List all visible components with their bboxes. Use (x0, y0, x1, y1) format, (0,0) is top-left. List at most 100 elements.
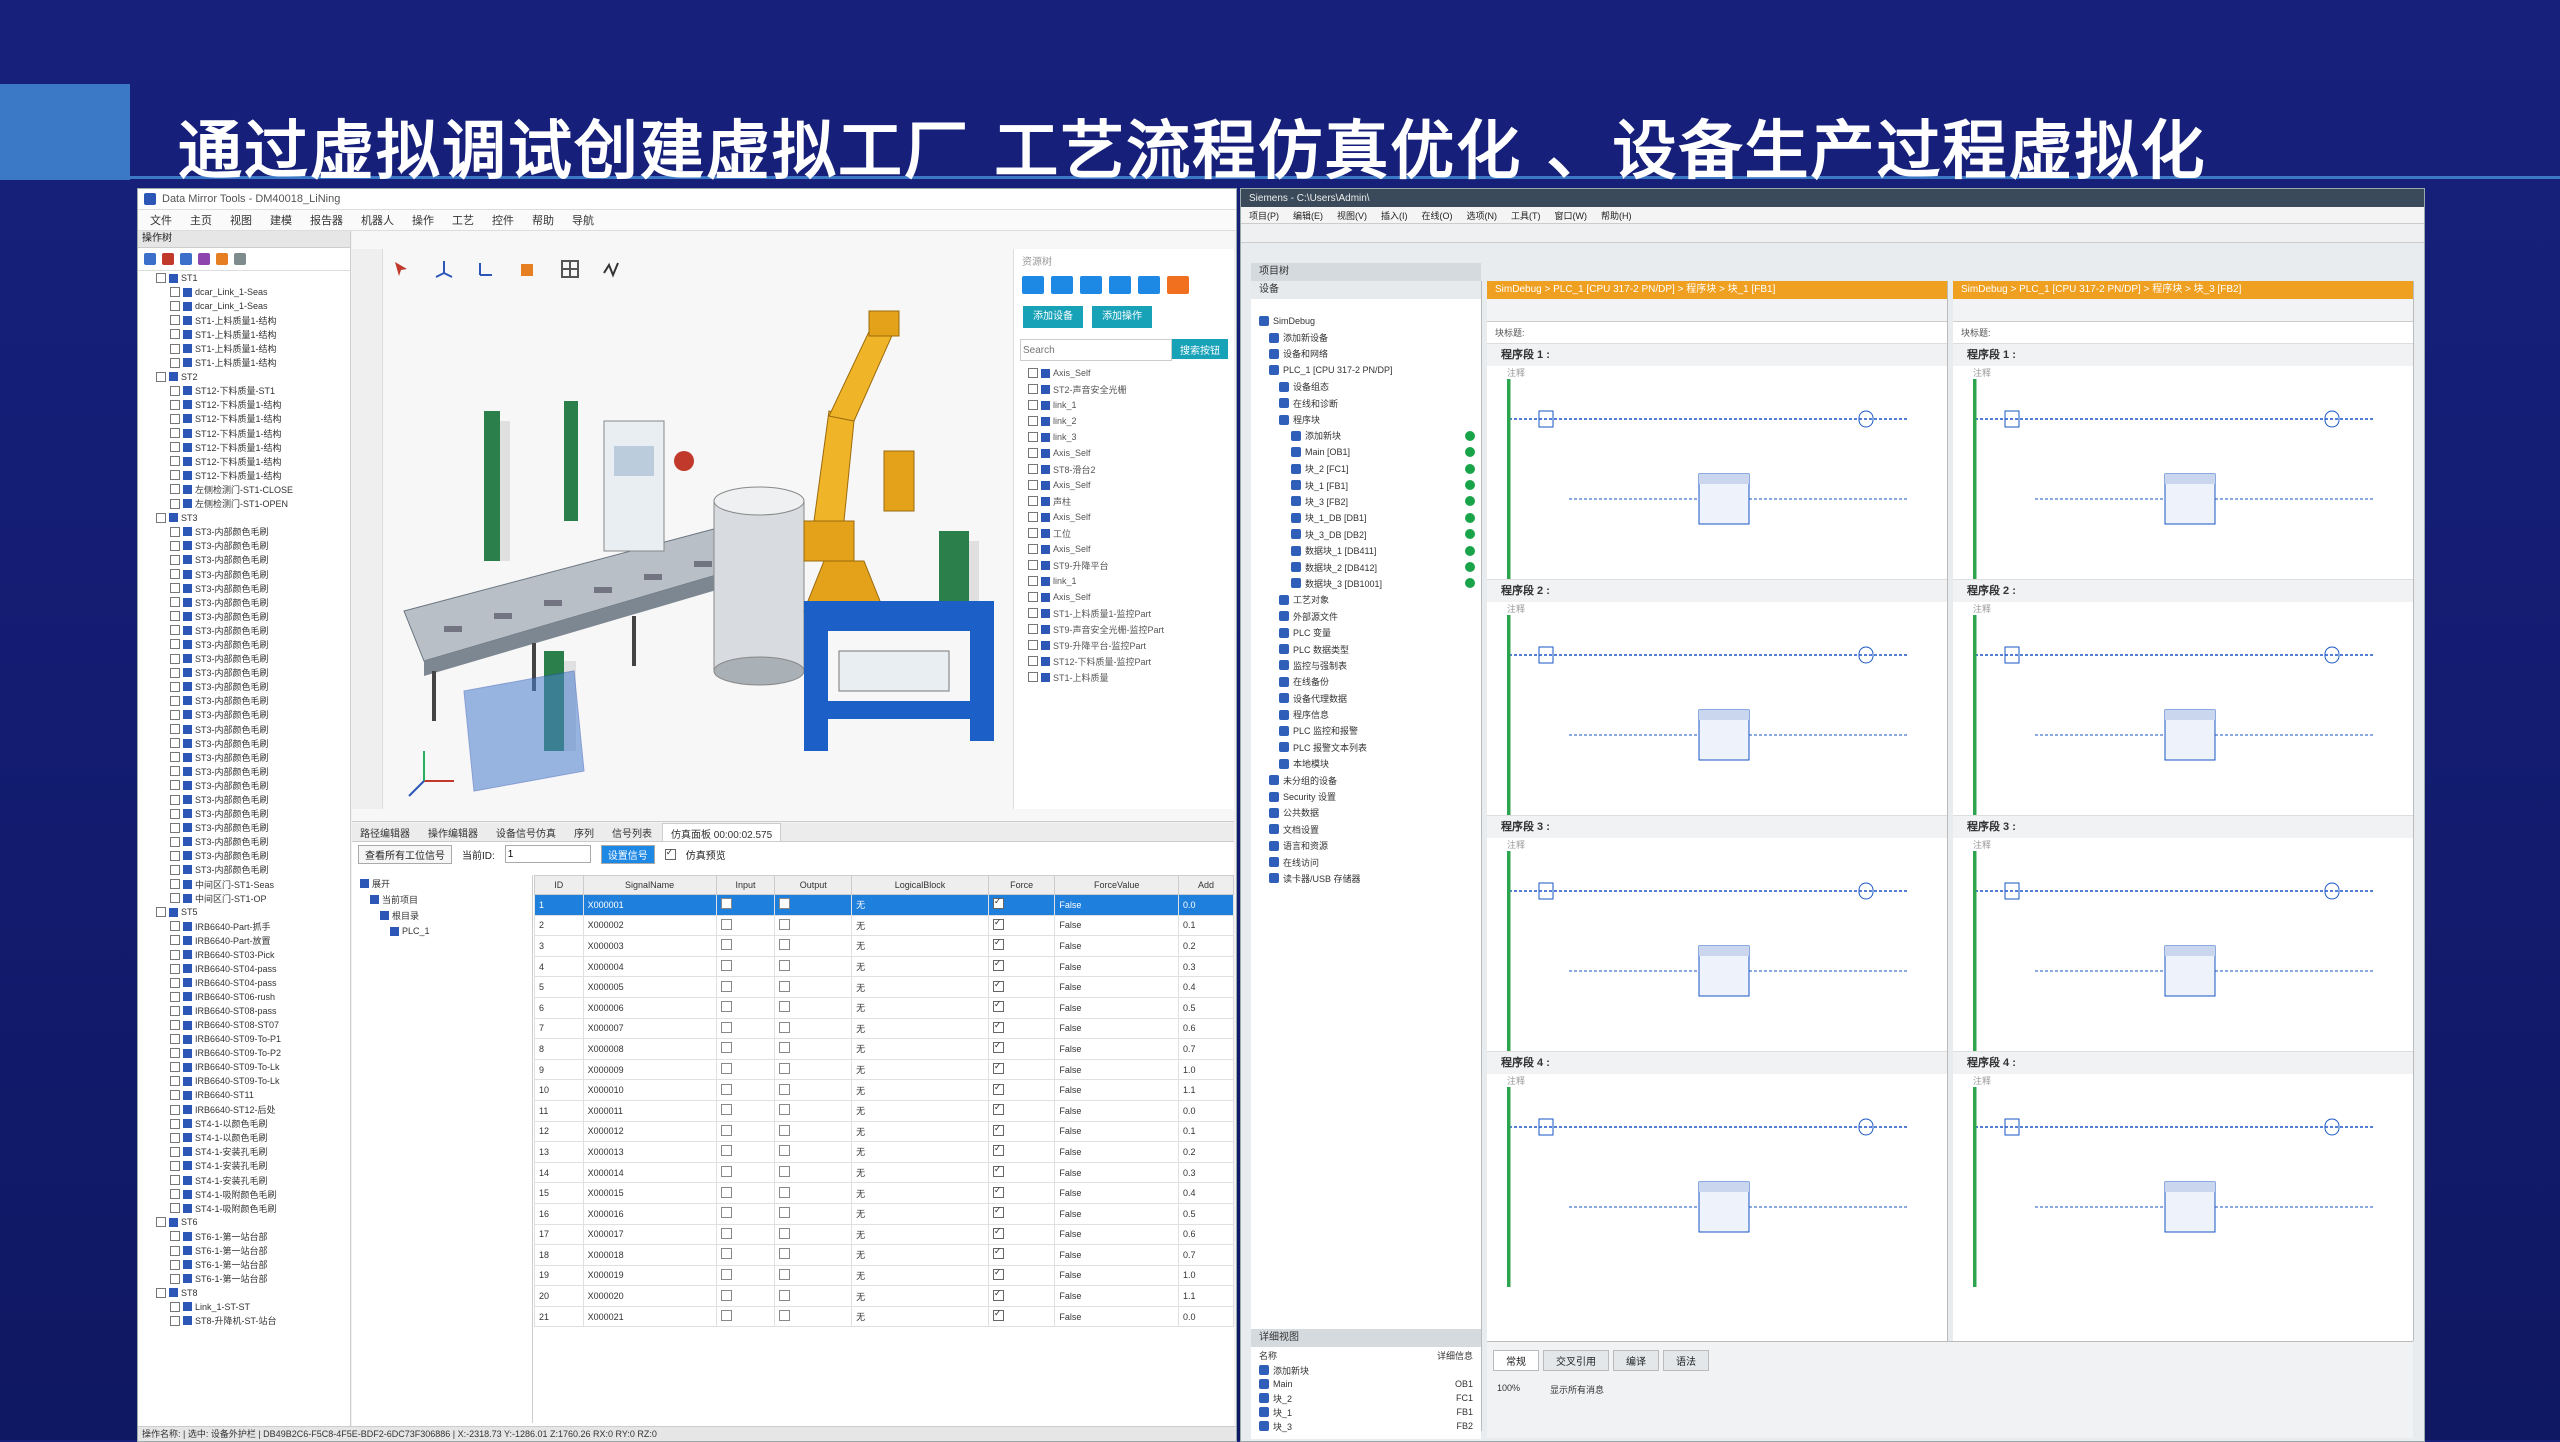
tree-checkbox[interactable] (170, 1076, 180, 1087)
segment-title[interactable]: 程序段 2 : (1487, 580, 1947, 602)
tree-checkbox[interactable] (170, 287, 180, 298)
menu-item[interactable]: 工艺 (452, 212, 474, 228)
force-checkbox[interactable] (992, 1288, 1004, 1301)
tree-checkbox[interactable] (170, 808, 180, 819)
project-tree-row[interactable]: Security 设置 (1251, 788, 1481, 804)
signal-checkbox[interactable] (779, 1145, 791, 1157)
signal-checkbox[interactable] (720, 918, 732, 930)
table-row[interactable]: 18 X000018 无 False 0.7 (534, 1244, 1234, 1266)
tree-checkbox[interactable] (170, 681, 180, 692)
tree-checkbox[interactable] (170, 836, 180, 847)
tree-row[interactable]: ST8 (138, 1286, 350, 1300)
signal-tab[interactable]: 设备信号仿真 (488, 823, 564, 841)
tree-row[interactable]: ST3-内部颜色毛刷 (138, 736, 350, 750)
column-header[interactable]: SignalName (582, 875, 717, 895)
column-header[interactable]: Output (774, 875, 853, 895)
signal-checkbox[interactable] (720, 1124, 732, 1136)
force-checkbox[interactable] (992, 937, 1004, 951)
tree-row[interactable]: ST12-下料质量1-结构 (138, 440, 350, 454)
tree-row[interactable]: IRB6640-ST08-ST07 (138, 1018, 350, 1032)
project-tree-row[interactable]: PLC_1 [CPU 317-2 PN/DP] (1251, 362, 1481, 378)
signal-checkbox[interactable] (720, 1063, 732, 1075)
tree-checkbox[interactable] (170, 1160, 180, 1171)
tree-checkbox[interactable] (170, 343, 180, 354)
tree-row[interactable]: IRB6640-Part-放置 (138, 933, 350, 947)
resource-tree-row[interactable]: 工位 (1014, 525, 1234, 541)
tree-checkbox[interactable] (170, 597, 180, 608)
resource-checkbox[interactable] (1028, 496, 1038, 506)
tree-row[interactable]: IRB6640-ST06-rush (138, 990, 350, 1004)
tree-row[interactable]: ST4-1-以颜色毛刷 (138, 1131, 350, 1145)
project-tree-row[interactable]: 语言和资源 (1251, 838, 1481, 854)
ladder-rung[interactable] (1507, 379, 1947, 579)
resource-checkbox[interactable] (1028, 544, 1038, 554)
resource-tree-row[interactable]: Axis_Self (1014, 365, 1234, 381)
menu-item[interactable]: 选项(N) (1467, 209, 1498, 222)
tree-checkbox[interactable] (170, 921, 180, 932)
tree-row[interactable]: ST6-1-第一站台部 (138, 1229, 350, 1243)
tree-checkbox[interactable] (170, 526, 180, 537)
tree-checkbox[interactable] (170, 780, 180, 791)
signal-checkbox[interactable] (779, 1227, 791, 1239)
zoom-level[interactable]: 100% (1497, 1383, 1520, 1396)
signal-checkbox[interactable] (720, 1310, 732, 1322)
table-row[interactable]: 13 X000013 无 False 0.2 (534, 1141, 1234, 1163)
signal-checkbox[interactable] (779, 898, 791, 910)
project-tree-row[interactable]: 块_3_DB [DB2] (1251, 526, 1481, 542)
tree-checkbox[interactable] (170, 1203, 180, 1214)
tree-checkbox[interactable] (170, 1104, 180, 1115)
menu-item[interactable]: 视图(V) (1337, 209, 1367, 222)
resource-search-button[interactable]: 搜索按钮 (1172, 339, 1228, 359)
project-tree-row[interactable]: 数据块_2 [DB412] (1251, 559, 1481, 575)
resource-checkbox[interactable] (1028, 368, 1038, 378)
signal-checkbox[interactable] (779, 1124, 791, 1136)
tree-row[interactable]: IRB6640-ST04-pass (138, 976, 350, 990)
tree-row[interactable]: ST3-内部颜色毛刷 (138, 694, 350, 708)
tree-checkbox[interactable] (170, 611, 180, 622)
resource-btn-2[interactable] (1051, 276, 1074, 294)
tree-row[interactable]: IRB6640-ST09-To-P2 (138, 1046, 350, 1060)
project-tree-row[interactable]: 添加新块 (1251, 428, 1481, 444)
project-tree-row[interactable]: 数据块_1 [DB411] (1251, 542, 1481, 558)
ladder-rung[interactable] (1973, 851, 2413, 1051)
tree-checkbox[interactable] (170, 625, 180, 636)
resource-checkbox[interactable] (1028, 640, 1038, 650)
table-row[interactable]: 3 X000003 无 False 0.2 (534, 935, 1234, 957)
force-checkbox[interactable] (992, 1205, 1004, 1219)
force-checkbox[interactable] (992, 1143, 1004, 1157)
tree-row[interactable]: ST3-内部颜色毛刷 (138, 637, 350, 651)
force-checkbox[interactable] (992, 958, 1004, 972)
signal-checkbox[interactable] (779, 1166, 791, 1178)
project-tree-row[interactable]: PLC 监控和报警 (1251, 723, 1481, 739)
tree-row[interactable]: ST3-内部颜色毛刷 (138, 792, 350, 806)
ladder-rung[interactable] (1507, 615, 1947, 815)
tree-checkbox[interactable] (170, 315, 180, 326)
tree-row[interactable]: ST12-下料质量1-结构 (138, 454, 350, 468)
menu-item[interactable]: 在线(O) (1422, 209, 1453, 222)
current-id-input[interactable] (504, 845, 591, 863)
tree-checkbox[interactable] (156, 907, 166, 918)
tree-checkbox[interactable] (170, 1020, 180, 1031)
tree-row[interactable]: ST4-1-安装孔毛刷 (138, 1145, 350, 1159)
details-row[interactable]: 块_3 FB2 (1251, 1419, 1481, 1433)
tree-row[interactable]: ST3-内部颜色毛刷 (138, 708, 350, 722)
menu-item[interactable]: 导航 (572, 212, 594, 228)
resource-btn-1[interactable] (1022, 276, 1044, 294)
tree-row[interactable]: 左侧检测门-ST1-OPEN (138, 497, 350, 511)
resource-checkbox[interactable] (1028, 512, 1038, 522)
tree-checkbox[interactable] (170, 1062, 180, 1073)
project-tree-row[interactable]: 文档设置 (1251, 821, 1481, 837)
resource-tree-row[interactable]: link_1 (1014, 573, 1234, 589)
tree-checkbox[interactable] (170, 301, 180, 312)
tree-row[interactable]: ST6-1-第一站台部 (138, 1258, 350, 1272)
ladder-rung[interactable] (1973, 615, 2413, 815)
tree-row[interactable]: ST8-升降机-ST-站台 (138, 1314, 350, 1328)
signal-checkbox[interactable] (720, 1207, 732, 1219)
tree-row[interactable]: ST4-1-安装孔毛刷 (138, 1173, 350, 1187)
delete-icon[interactable] (162, 253, 174, 265)
tree-checkbox[interactable] (170, 822, 180, 833)
segment-comment[interactable]: 注释 (1953, 366, 2413, 379)
project-tree-row[interactable]: 在线和诊断 (1251, 395, 1481, 411)
tree-checkbox[interactable] (170, 442, 180, 453)
tree-row[interactable]: ST3-内部颜色毛刷 (138, 722, 350, 736)
